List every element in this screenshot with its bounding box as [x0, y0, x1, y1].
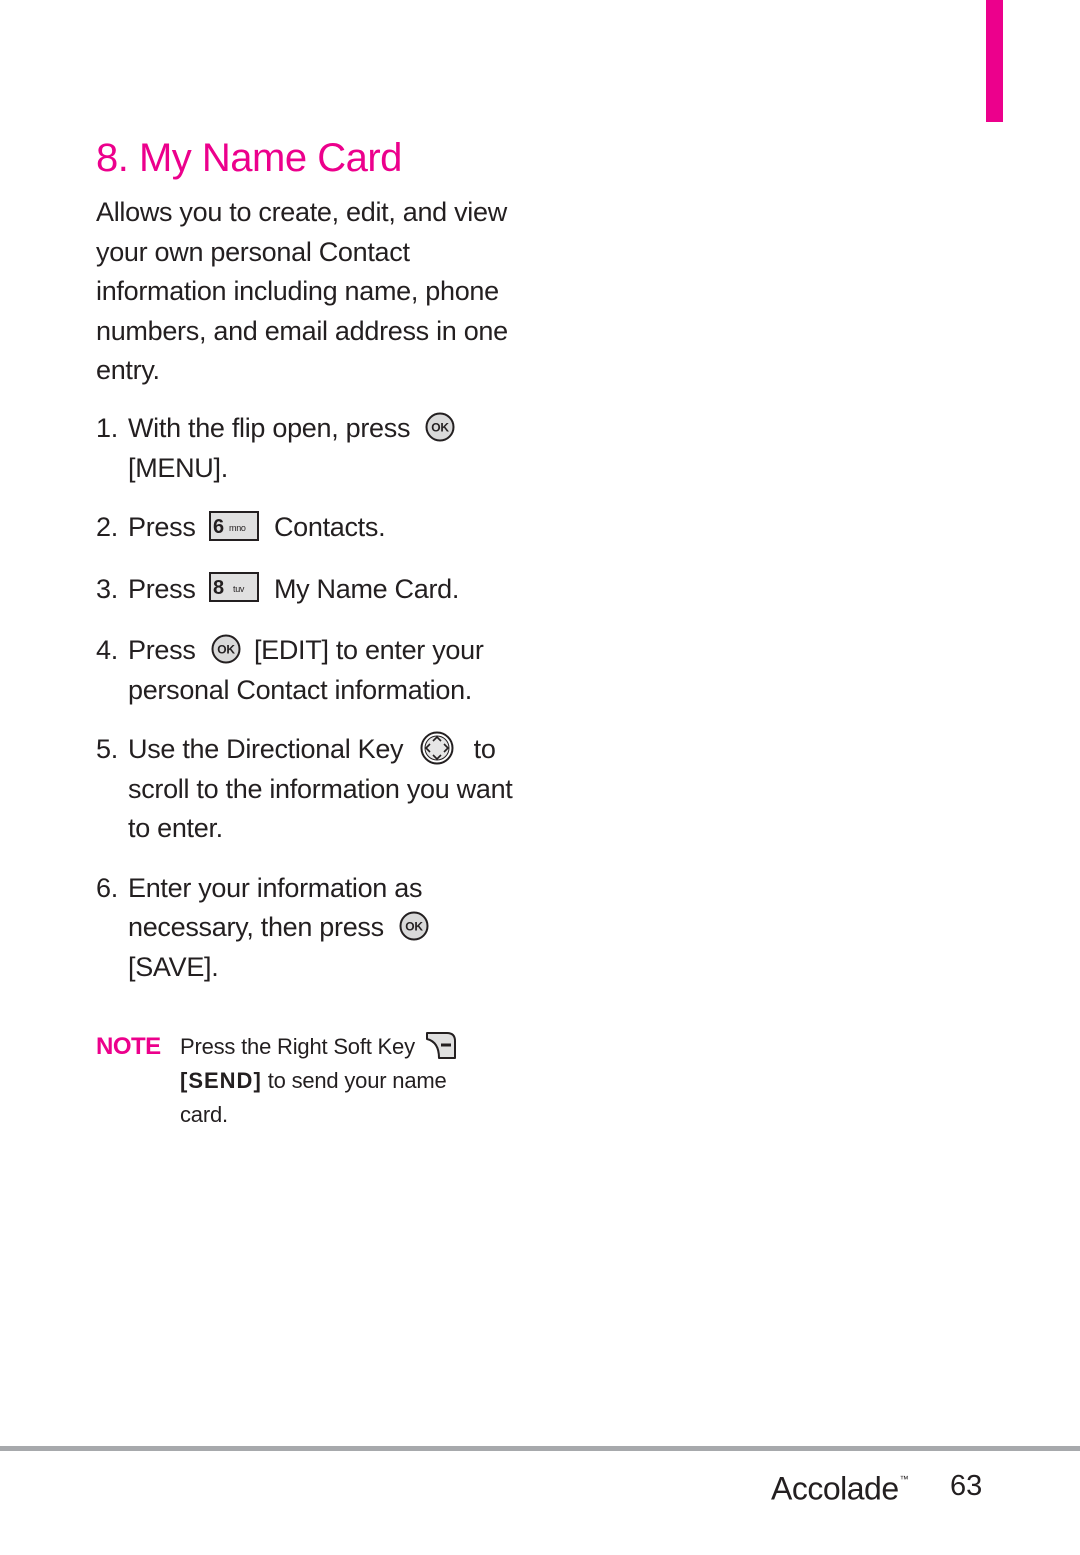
ok-key-icon: OK — [425, 412, 455, 442]
note-send-label: [SEND] — [180, 1068, 262, 1093]
section-title: 8. My Name Card — [96, 136, 402, 180]
page-number: 63 — [950, 1470, 983, 1502]
step-number: 4. — [96, 635, 118, 665]
brand-name: Accolade — [771, 1470, 899, 1507]
steps-list: 1. With the flip open, press OK [MENU]. … — [96, 409, 526, 987]
svg-text:OK: OK — [217, 642, 235, 656]
brand-logo: Accolade™ — [771, 1465, 909, 1509]
step-text: With the flip open, press — [128, 413, 411, 443]
svg-text:OK: OK — [432, 420, 450, 434]
menu-item-my-name-card: My Name Card. — [273, 573, 460, 604]
svg-text:mno: mno — [229, 523, 246, 533]
svg-text:tuv: tuv — [233, 584, 245, 594]
svg-text:OK: OK — [405, 919, 423, 933]
step-2: 2. Press 6 mno Contacts. — [96, 508, 526, 548]
step-number: 2. — [96, 512, 118, 542]
keypad-6-icon: 6 mno — [208, 510, 259, 541]
step-number: 1. — [96, 413, 118, 443]
svg-text:8: 8 — [213, 577, 224, 599]
step-text: Press — [128, 635, 196, 665]
step-6: 6. Enter your information as necessary, … — [96, 869, 526, 988]
step-text-after: [SAVE]. — [128, 951, 219, 982]
step-text: Press — [128, 573, 196, 604]
step-number: 6. — [96, 872, 118, 903]
ok-key-icon: OK — [211, 634, 241, 664]
note-text-before: Press the Right Soft Key — [180, 1034, 415, 1059]
step-1: 1. With the flip open, press OK [MENU]. — [96, 409, 526, 488]
step-text-after: [MENU]. — [128, 452, 228, 483]
step-text: Enter your information as necessary, the… — [128, 872, 423, 943]
note-text: Press the Right Soft Key [SEND] to send … — [180, 1030, 480, 1132]
step-number: 5. — [96, 734, 118, 764]
section-intro: Allows you to create, edit, and view you… — [96, 197, 508, 385]
right-soft-key-icon — [425, 1032, 456, 1060]
step-3: 3. Press 8 tuv My Name Card. — [96, 570, 526, 610]
section-tab-marker — [986, 0, 1003, 122]
keypad-8-icon: 8 tuv — [208, 572, 259, 603]
ok-key-icon: OK — [399, 911, 429, 941]
note-label: NOTE — [96, 1033, 161, 1060]
svg-text:6: 6 — [213, 516, 224, 538]
step-text: Use the Directional Key — [128, 734, 404, 764]
step-number: 3. — [96, 573, 118, 604]
menu-item-contacts: Contacts. — [273, 512, 386, 542]
directional-key-icon — [420, 731, 454, 765]
trademark-symbol: ™ — [899, 1474, 909, 1484]
step-5: 5. Use the Directional Key to scroll to … — [96, 730, 526, 849]
footer-rule — [0, 1446, 1080, 1451]
step-4: 4. Press OK [EDIT] to enter your persona… — [96, 631, 526, 710]
step-text: Press — [128, 512, 196, 542]
